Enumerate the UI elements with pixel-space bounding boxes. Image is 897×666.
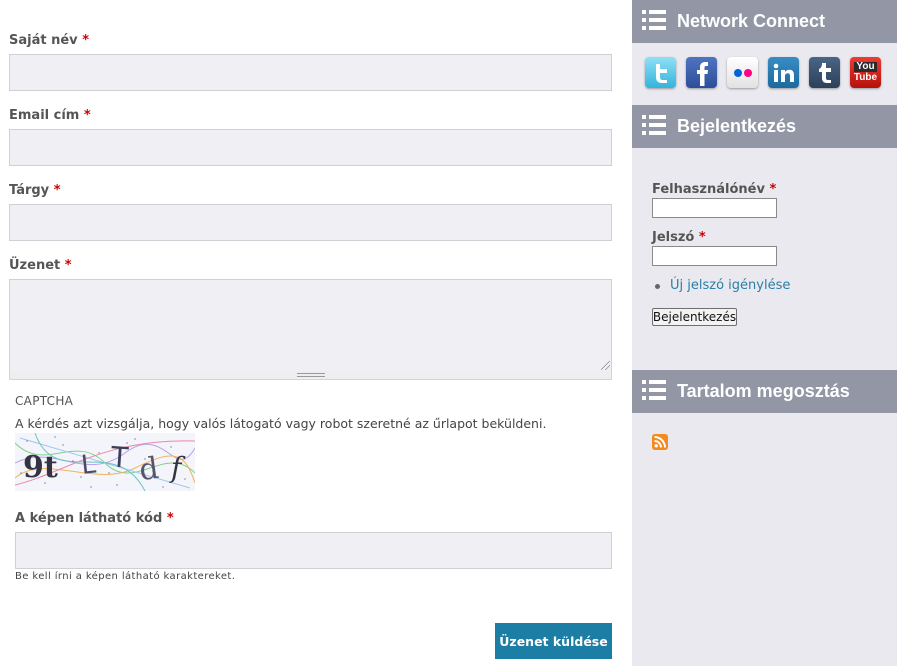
contact-form: Saját név * Email cím * Tárgy * Üzenet *… <box>0 0 632 666</box>
required-mark: * <box>698 230 706 245</box>
list-icon <box>642 115 666 135</box>
captcha-description: A kérdés azt vizsgálja, hogy valós látog… <box>15 416 547 431</box>
youtube-icon[interactable]: You Tube <box>850 57 881 88</box>
twitter-icon[interactable] <box>645 57 676 88</box>
required-mark: * <box>82 33 89 48</box>
youtube-icon-text: You <box>854 61 877 72</box>
password-label: Jelszó * <box>652 230 706 245</box>
facebook-icon[interactable] <box>686 57 717 88</box>
captcha-code-input[interactable] <box>15 532 612 569</box>
sidebar: Network Connect You Tube Bejelentkezés F… <box>632 0 897 666</box>
name-input[interactable] <box>9 54 612 91</box>
required-mark: * <box>53 183 61 198</box>
password-input[interactable] <box>652 246 777 266</box>
grip-lines-icon <box>297 373 325 377</box>
username-input[interactable] <box>652 198 777 218</box>
youtube-icon-text: Tube <box>853 72 878 83</box>
captcha-help-text: Be kell írni a képen látható karaktereke… <box>15 571 236 582</box>
block-title: Bejelentkezés <box>677 116 797 136</box>
required-mark: * <box>166 511 174 526</box>
resize-corner-icon[interactable] <box>601 361 610 370</box>
flickr-icon[interactable] <box>727 57 758 88</box>
svg-text:T: T <box>109 440 130 474</box>
message-textarea[interactable] <box>9 279 612 372</box>
login-button[interactable]: Bejelentkezés <box>652 308 737 326</box>
name-label: Saját név * <box>9 33 89 48</box>
tumblr-icon[interactable] <box>809 57 840 88</box>
message-label: Üzenet * <box>9 258 72 273</box>
content-share-header: Tartalom megosztás <box>632 370 897 413</box>
bullet-icon <box>655 284 660 289</box>
network-connect-header: Network Connect <box>632 0 897 43</box>
send-message-button[interactable]: Üzenet küldése <box>495 623 612 659</box>
login-header: Bejelentkezés <box>632 105 897 148</box>
linkedin-icon[interactable] <box>768 57 799 88</box>
email-label: Email cím * <box>9 108 91 123</box>
captcha-image: 9t L T d f <box>15 433 195 491</box>
block-title: Network Connect <box>677 11 826 31</box>
required-mark: * <box>769 182 777 197</box>
captcha-code-label: A képen látható kód * <box>15 511 174 526</box>
block-title: Tartalom megosztás <box>677 381 850 401</box>
username-label: Felhasználónév * <box>652 182 777 197</box>
required-mark: * <box>83 108 91 123</box>
subject-label: Tárgy * <box>9 183 61 198</box>
captcha-text: 9t <box>23 450 58 485</box>
textarea-resize-handle[interactable] <box>9 371 612 380</box>
required-mark: * <box>64 258 72 273</box>
subject-input[interactable] <box>9 204 612 241</box>
rss-icon[interactable] <box>652 434 668 450</box>
list-icon <box>642 380 666 400</box>
request-new-password-link[interactable]: Új jelszó igénylése <box>670 278 790 293</box>
captcha-legend: CAPTCHA <box>15 394 74 408</box>
email-input[interactable] <box>9 129 612 166</box>
list-icon <box>642 10 666 30</box>
